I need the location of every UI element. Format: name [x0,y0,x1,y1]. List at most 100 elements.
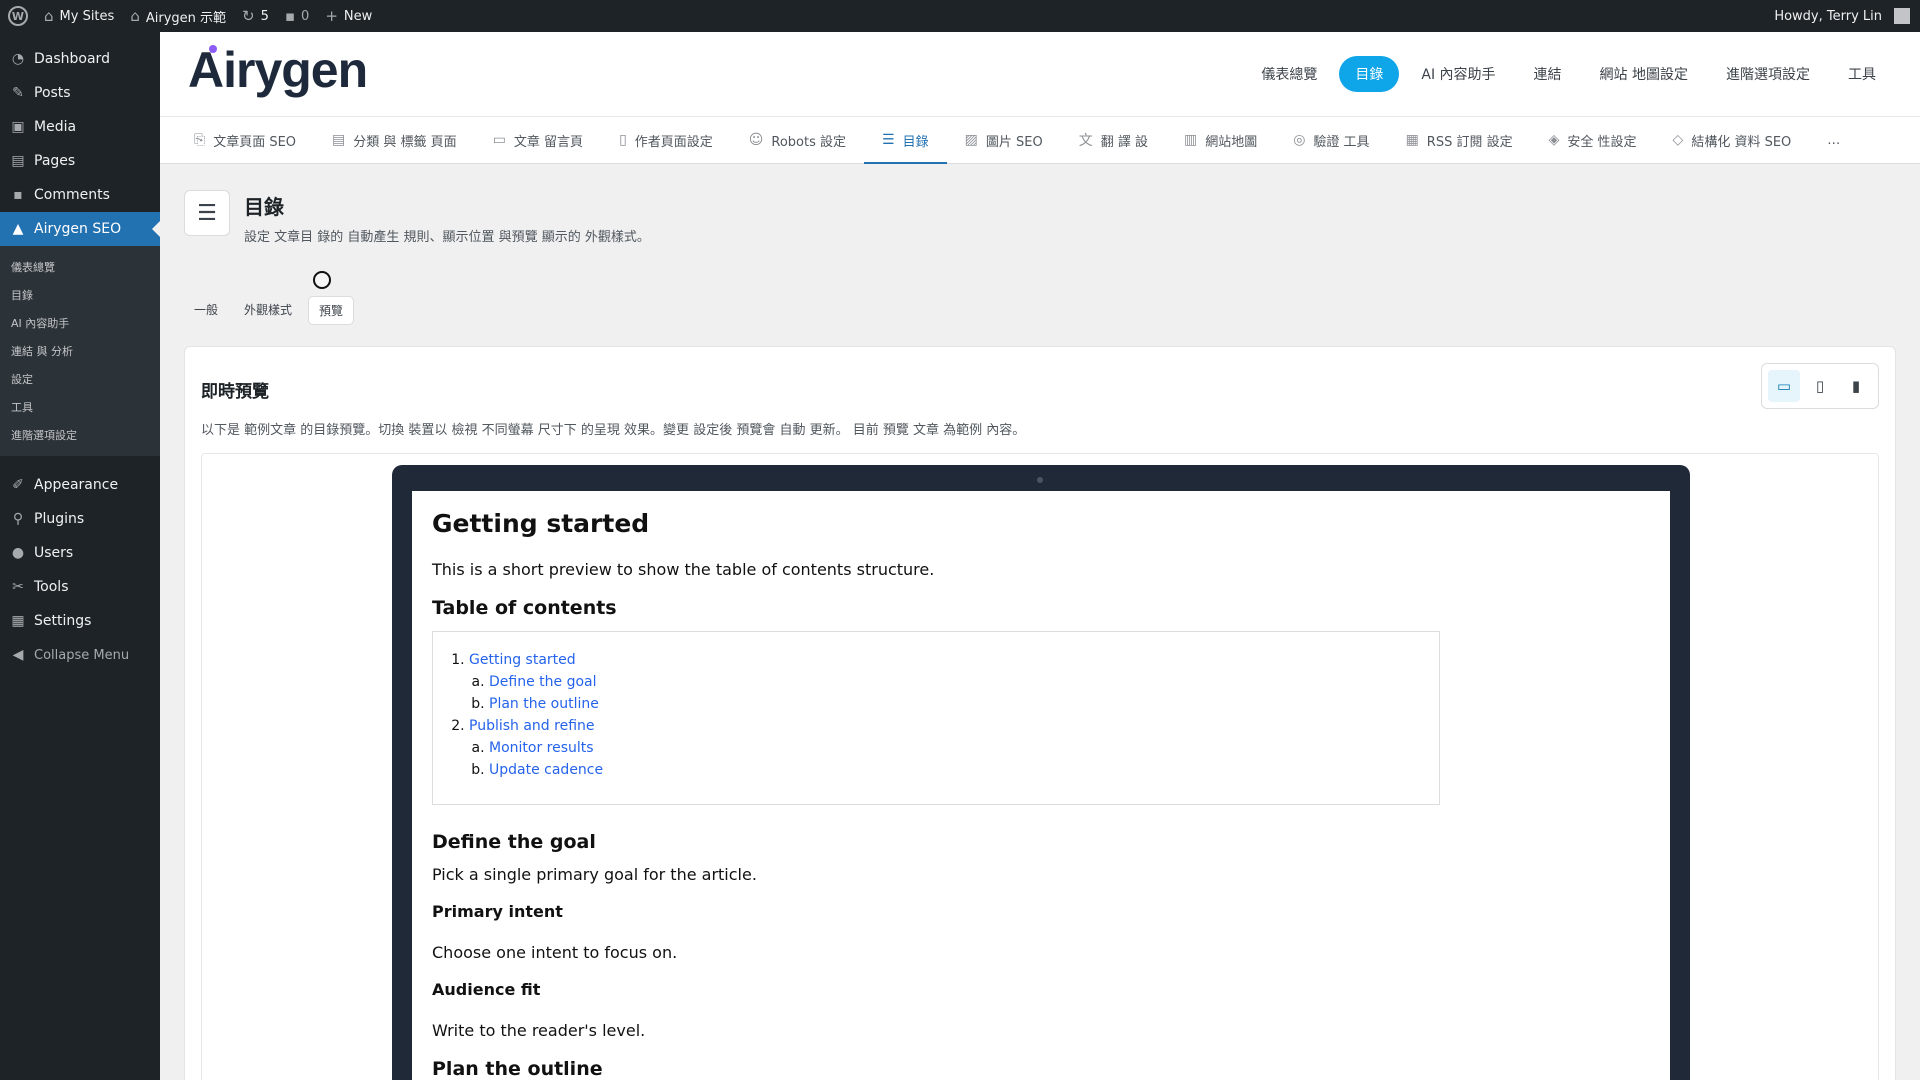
top-nav-item[interactable]: 目錄 [1339,56,1400,92]
robot-icon: ☺ [748,132,764,148]
menu-item-media[interactable]: ▣ Media [0,110,160,144]
settings-tab[interactable]: ▯ 作者頁面設定 [601,117,731,163]
settings-tab[interactable]: ▨ 圖片 SEO [947,117,1061,163]
settings-tab[interactable]: ◇ 結構化 資料 SEO [1655,117,1810,163]
collapse-menu-button[interactable]: ◀ Collapse Menu [0,638,160,672]
new-content-link[interactable]: + New [317,0,380,32]
updates-link[interactable]: ↻ 5 [234,0,277,32]
menu-lines-icon: ☰ [184,190,230,236]
laptop-icon[interactable]: ▭ [1768,370,1800,402]
site-name-link[interactable]: ⌂ Airygen 示範 [122,0,234,32]
article-intro: This is a short preview to show the tabl… [432,560,935,579]
subsection-text: Write to the reader's level. [432,1021,646,1040]
toc-link[interactable]: Monitor results [489,740,594,756]
toc-link[interactable]: Publish and refine [469,718,595,734]
collapse-icon: ◀ [12,647,24,663]
toc-link[interactable]: Plan the outline [489,696,599,712]
plugin-header: Airygen 儀表總覽 目錄 AI 內容助手 連結 網站 地圖設定 進階選項設定 工具 [160,32,1920,116]
comment-icon: ▭ [492,132,506,148]
toc-subitem: Monitor results [489,740,1421,756]
brush-icon: ✐ [12,477,24,493]
phone-icon[interactable]: ▮ [1840,370,1872,402]
section-text: Pick a single primary goal for the artic… [432,865,757,884]
settings-tab[interactable]: ☰ 目錄 [864,117,947,164]
refresh-icon: ↻ [242,7,255,25]
menu-item-settings[interactable]: ▦ Settings [0,604,160,638]
preview-title: 即時預覽 [201,382,269,402]
settings-tab[interactable]: ☺ Robots 設定 [731,117,864,163]
top-nav-item[interactable]: 連結 [1518,56,1578,92]
menu-item-airygen-seo[interactable]: ▲ Airygen SEO [0,212,160,246]
submenu-item[interactable]: 設定 [0,365,160,393]
map-icon: ▥ [1183,132,1198,148]
settings-tab[interactable]: ▭ 文章 留言頁 [475,117,601,163]
shield-icon: ◈ [1548,132,1560,148]
submenu-item[interactable]: 工具 [0,393,160,421]
sub-tab[interactable]: 一般 [184,296,228,325]
laptop-frame: Getting started This is a short preview … [392,465,1690,1080]
top-nav-item[interactable]: 進階選項設定 [1710,56,1826,92]
toc-sublist: Define the goal Plan the outline [469,674,1421,712]
sub-tab[interactable]: 預覽 [308,296,355,325]
settings-tab[interactable]: 文翻 譯 設 [1061,117,1166,163]
account-menu[interactable]: Howdy, Terry Lin [1766,0,1920,32]
check-circle-icon: ◎ [1293,132,1306,148]
top-nav-item[interactable]: AI 內容助手 [1405,56,1511,92]
top-navigation: 儀表總覽 目錄 AI 內容助手 連結 網站 地圖設定 進階選項設定 工具 [1245,56,1892,92]
airygen-icon: ▲ [12,221,24,237]
toc-link[interactable]: Define the goal [489,674,597,690]
menu-item-comments[interactable]: ▪ Comments [0,178,160,212]
submenu-item[interactable]: 儀表總覽 [0,253,160,281]
menu-item-users[interactable]: ● Users [0,536,160,570]
subsection-title: Audience fit [432,980,541,999]
copy-icon: ⎘ [194,132,206,148]
toc-link[interactable]: Update cadence [489,762,603,778]
toc-subitem: Update cadence [489,762,1421,778]
wordpress-logo[interactable]: W [0,0,36,32]
toc-box: Getting started Define the goal Plan the o… [432,631,1440,805]
plugin-icon: ⚲ [12,511,24,527]
main-content: Airygen 儀表總覽 目錄 AI 內容助手 連結 網站 地圖設定 進階選項設定 工具 ⎘… [160,32,1920,1080]
menu-item-plugins[interactable]: ⚲ Plugins [0,502,160,536]
settings-tab[interactable]: ⎘ 文章頁面 SEO [176,117,314,163]
tablet-icon[interactable]: ▯ [1804,370,1836,402]
menu-item-appearance[interactable]: ✐ Appearance [0,468,160,502]
image-icon: ▨ [964,132,978,148]
dashboard-icon: ◔ [11,51,25,67]
submenu-item[interactable]: AI 內容助手 [0,309,160,337]
settings-tab[interactable]: ▤ 分類 與 標籤 頁面 [314,117,475,163]
top-nav-item[interactable]: 儀表總覽 [1245,56,1333,92]
submenu-item[interactable]: 目錄 [0,281,160,309]
logo-dot [209,45,217,53]
submenu-item[interactable]: 進階選項設定 [0,421,160,449]
admin-menu: ◔ Dashboard ✎ Posts ▣ Media ▤ Pages ▪ Comments ▲ A… [0,32,160,1080]
rss-icon: ▦ [1405,132,1419,148]
top-nav-item[interactable]: 工具 [1832,56,1892,92]
settings-tab[interactable]: ▦ RSS 訂閱 設定 [1388,117,1531,163]
shield-check-icon: ◇ [1672,132,1684,148]
airygen-logo[interactable]: Airygen [188,42,368,99]
menu-item-pages[interactable]: ▤ Pages [0,144,160,178]
toc-list: Getting started Define the goal Plan the o… [451,652,1421,778]
sub-tab[interactable]: 外觀樣式 [234,296,302,325]
sub-tabs: 一般 外觀樣式 預覽 [184,296,355,325]
submenu-item[interactable]: 連結 與 分析 [0,337,160,365]
file-icon: ▯ [619,132,627,148]
menu-item-dashboard[interactable]: ◔ Dashboard [0,42,160,76]
pages-icon: ▤ [11,153,25,169]
translate-icon: 文 [1078,133,1093,149]
settings-tab[interactable]: ◈ 安全 性設定 [1531,117,1655,163]
section-title: Define the goal [432,831,596,853]
article-title: Getting started [432,509,650,538]
toc-link[interactable]: Getting started [469,652,576,668]
menu-item-tools[interactable]: ✂ Tools [0,570,160,604]
menu-item-posts[interactable]: ✎ Posts [0,76,160,110]
top-nav-item[interactable]: 網站 地圖設定 [1584,56,1704,92]
my-sites-link[interactable]: ⌂ My Sites [36,0,122,32]
settings-tab[interactable]: ◎ 驗證 工具 [1275,117,1387,163]
settings-tab[interactable]: ▥ 網站地圖 [1166,117,1275,163]
comments-link[interactable]: ▪ 0 [277,0,317,32]
plus-icon: + [325,7,338,25]
settings-tab[interactable]: … [1809,117,1858,163]
toc-title: Table of contents [432,597,617,619]
